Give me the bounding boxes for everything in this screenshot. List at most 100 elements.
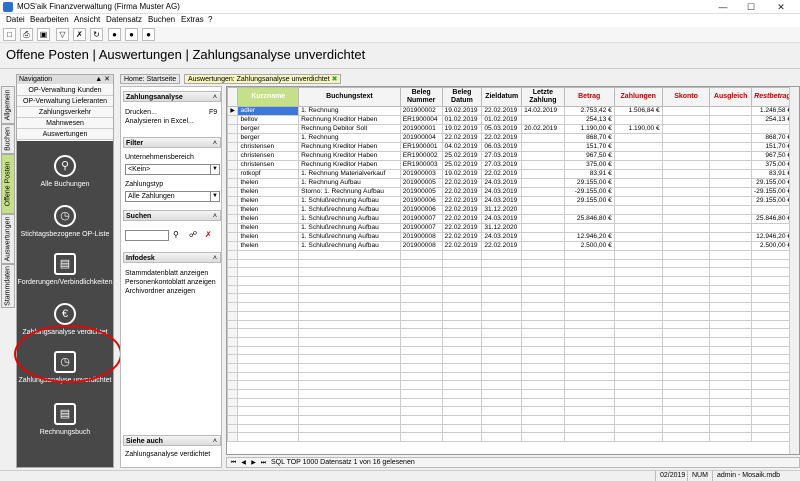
table-cell[interactable]	[613, 160, 663, 170]
table-cell[interactable]: 1. Rechnung Aufbau	[298, 178, 401, 188]
table-row[interactable]: thelen 1. Schlußrechnung Aufbau 201900006 2…	[227, 196, 799, 206]
table-cell[interactable]	[661, 178, 711, 188]
table-cell[interactable]: 27.03.2019	[481, 151, 523, 161]
table-cell[interactable]: 01.02.2019	[441, 115, 483, 125]
table-cell[interactable]	[613, 214, 663, 224]
table-cell[interactable]: -29.155,00 €	[750, 187, 795, 197]
table-cell[interactable]: 83,91 €	[750, 169, 795, 179]
col-header-zahlungen[interactable]: Zahlungen	[613, 87, 663, 107]
table-cell[interactable]: 20.02.2019	[521, 124, 565, 134]
table-row[interactable]: berger Rechnung Debitor Soll 201900001 19.0…	[227, 124, 799, 134]
table-cell[interactable]	[661, 241, 711, 251]
search-run-icon[interactable]: ⚲	[173, 230, 179, 239]
col-header-betrag[interactable]: Betrag	[563, 87, 615, 107]
table-cell[interactable]	[661, 106, 711, 116]
table-cell[interactable]: 868,70 €	[750, 133, 795, 143]
table-cell[interactable]	[613, 223, 663, 233]
table-cell[interactable]: 1. Schlußrechnung Aufbau	[298, 223, 401, 233]
table-row[interactable]: christensen Rechnung Kreditor Haben ER1900…	[227, 151, 799, 161]
table-cell[interactable]: 22.02.2019	[441, 187, 483, 197]
table-row[interactable]: berger 1. Rechnung 201900004 22.02.2019 22.0…	[227, 133, 799, 143]
table-cell[interactable]	[709, 205, 752, 215]
collapse-icon[interactable]: ˄	[213, 253, 217, 264]
excel-link[interactable]: Analysieren in Excel...	[125, 118, 194, 125]
table-cell[interactable]	[521, 205, 565, 215]
table-cell[interactable]	[709, 151, 752, 161]
table-cell[interactable]	[613, 232, 663, 242]
nav-auswertungen[interactable]: Auswertungen	[17, 129, 113, 140]
table-cell[interactable]: berger	[237, 124, 300, 134]
table-cell[interactable]: 29.155,00 €	[563, 178, 615, 188]
table-cell[interactable]: 151,70 €	[563, 142, 615, 152]
menu-datei[interactable]: Datei	[6, 15, 25, 24]
row-indicator[interactable]	[227, 124, 239, 134]
current-row-indicator-icon[interactable]: ▶	[227, 106, 239, 116]
table-cell[interactable]	[613, 205, 663, 215]
table-cell[interactable]: 2.753,42 €	[563, 106, 615, 116]
table-cell[interactable]: 375,00 €	[750, 160, 795, 170]
vtab-offene-posten[interactable]: Offene Posten	[1, 154, 15, 214]
menu-datensatz[interactable]: Datensatz	[106, 15, 142, 24]
table-cell[interactable]	[709, 196, 752, 206]
table-row[interactable]: thelen 1. Rechnung Aufbau 201900005 22.02.2…	[227, 178, 799, 188]
table-cell[interactable]: 1. Schlußrechnung Aufbau	[298, 241, 401, 251]
table-cell[interactable]: thelen	[237, 214, 300, 224]
row-indicator[interactable]	[227, 151, 239, 161]
vtab-auswertungen[interactable]: Auswertungen	[1, 214, 15, 264]
col-header-skonto[interactable]: Skonto	[661, 87, 711, 107]
table-cell[interactable]: 2.500,00 €	[750, 241, 795, 251]
table-row[interactable]: ▶ adler 1. Rechnung 201900002 19.02.2019 22.0…	[227, 106, 799, 116]
close-icon[interactable]: ✕	[770, 0, 792, 14]
siehe-zahlungsanalyse-verdichtet[interactable]: Zahlungsanalyse verdichtet	[125, 451, 210, 458]
table-cell[interactable]	[661, 151, 711, 161]
table-cell[interactable]: 19.02.2019	[441, 124, 483, 134]
table-cell[interactable]	[563, 205, 615, 215]
table-row[interactable]: thelen 1. Schlußrechnung Aufbau 201900007 2…	[227, 223, 799, 233]
pin-close-icon[interactable]: ▲ ✕	[95, 75, 110, 84]
table-row[interactable]: christensen Rechnung Kreditor Haben ER1900…	[227, 142, 799, 152]
table-cell[interactable]: 1. Schlußrechnung Aufbau	[298, 214, 401, 224]
search-binoculars-icon[interactable]: ☍	[189, 230, 197, 239]
table-cell[interactable]: 22.02.2019	[441, 178, 483, 188]
table-cell[interactable]: ER1900001	[399, 142, 443, 152]
table-cell[interactable]	[613, 178, 663, 188]
table-cell[interactable]	[709, 178, 752, 188]
table-cell[interactable]: 25.02.2019	[441, 160, 483, 170]
col-header-restbetrag[interactable]: Restbetrag	[750, 87, 795, 107]
tab-home[interactable]: Home: Startseite	[120, 74, 181, 84]
table-cell[interactable]: Rechnung Kreditor Haben	[298, 115, 401, 125]
table-cell[interactable]: 24.03.2019	[481, 187, 523, 197]
table-cell[interactable]: thelen	[237, 223, 300, 233]
table-cell[interactable]: 201900005	[399, 187, 443, 197]
table-cell[interactable]	[521, 115, 565, 125]
row-indicator[interactable]	[227, 196, 239, 206]
table-cell[interactable]	[661, 160, 711, 170]
menu-extras[interactable]: Extras	[181, 15, 204, 24]
table-row[interactable]: thelen 1. Schlußrechnung Aufbau 201900006 2…	[227, 205, 799, 215]
table-row[interactable]: thelen 1. Schlußrechnung Aufbau 201900008 2…	[227, 232, 799, 242]
table-cell[interactable]: 1. Rechnung Materialverkauf	[298, 169, 401, 179]
table-cell[interactable]: Rechnung Kreditor Haben	[298, 142, 401, 152]
nav-mahnwesen[interactable]: Mahnwesen	[17, 118, 113, 129]
table-cell[interactable]	[521, 160, 565, 170]
col-header-buchungstext[interactable]: Buchungstext	[298, 87, 401, 107]
table-cell[interactable]: 1. Schlußrechnung Aufbau	[298, 232, 401, 242]
table-row[interactable]: bellov Rechnung Kreditor Haben ER1900004 01…	[227, 115, 799, 125]
col-header-beleg-datum[interactable]: Beleg Datum	[441, 87, 483, 107]
table-cell[interactable]: 22.02.2019	[481, 169, 523, 179]
table-cell[interactable]	[661, 187, 711, 197]
table-cell[interactable]: ER1900003	[399, 160, 443, 170]
unternehmensbereich-select[interactable]: <Kein> ▼	[125, 164, 220, 175]
table-cell[interactable]	[613, 196, 663, 206]
section-zahlungsanalyse[interactable]: Zahlungsanalyse ˄	[123, 91, 221, 102]
table-cell[interactable]	[661, 124, 711, 134]
table-cell[interactable]: Rechnung Kreditor Haben	[298, 151, 401, 161]
table-cell[interactable]	[521, 142, 565, 152]
col-header-letzte-zahlung[interactable]: Letzte Zahlung	[521, 87, 565, 107]
table-cell[interactable]	[661, 169, 711, 179]
table-cell[interactable]	[709, 187, 752, 197]
table-cell[interactable]: 04.02.2019	[441, 142, 483, 152]
table-cell[interactable]: thelen	[237, 241, 300, 251]
table-cell[interactable]: 22.02.2019	[441, 196, 483, 206]
table-cell[interactable]	[750, 205, 795, 215]
